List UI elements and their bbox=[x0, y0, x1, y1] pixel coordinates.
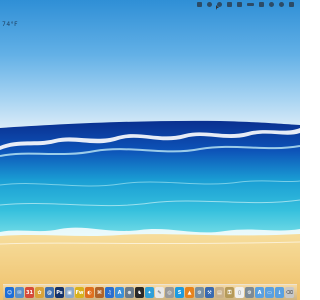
utility-glyph: ⚙ bbox=[197, 289, 202, 296]
grab-icon[interactable]: ◎ bbox=[165, 287, 174, 298]
grab-glyph: ◎ bbox=[167, 289, 172, 296]
photoshop-icon[interactable]: Ps bbox=[55, 287, 64, 298]
documents-folder-glyph: ▭ bbox=[267, 289, 272, 296]
chess-icon[interactable]: ♞ bbox=[135, 287, 144, 298]
system-prefs-glyph: ⚙ bbox=[247, 289, 252, 296]
trash-glyph: ⌫ bbox=[285, 289, 294, 296]
finder-icon[interactable]: ☺ bbox=[5, 287, 14, 298]
documents-folder-icon[interactable]: ▭ bbox=[265, 287, 274, 298]
app-store-icon[interactable]: A bbox=[115, 287, 124, 298]
wifi-icon[interactable] bbox=[227, 2, 232, 7]
beach-wallpaper bbox=[0, 120, 300, 300]
trash-icon[interactable]: ⌫ bbox=[285, 287, 294, 298]
applications-folder-glyph: A bbox=[257, 289, 262, 296]
finder-glyph: ☺ bbox=[6, 289, 13, 296]
document-glyph: ▯ bbox=[238, 289, 241, 296]
mail-app-glyph: @ bbox=[47, 289, 52, 296]
downloads-folder-glyph: ↓ bbox=[277, 289, 282, 296]
fireworks-icon[interactable]: Fw bbox=[75, 287, 84, 298]
preview-glyph: ⌘ bbox=[97, 289, 102, 296]
chess-glyph: ♞ bbox=[137, 289, 142, 296]
firefox-glyph: ◐ bbox=[87, 289, 92, 296]
mail-glyph: ✉ bbox=[17, 289, 22, 296]
xcode-glyph: ⚒ bbox=[207, 289, 212, 296]
system-prefs-icon[interactable]: ⚙ bbox=[245, 287, 254, 298]
itunes-icon[interactable]: ♫ bbox=[105, 287, 114, 298]
mail-icon[interactable]: ✉ bbox=[15, 287, 24, 298]
textedit-icon[interactable]: ✎ bbox=[155, 287, 164, 298]
desktop: 74°F ☺ ✉ 31 ✿ @ Ps ▣ Fw ◐ ⌘ ♫ A ⊕ ♞ ✦ ✎ ◎ S ▲ ⚙ ⚒ ▤ ⚿ ▯ ⚙ A ▭ ↓ ⌫ bbox=[0, 0, 300, 300]
spotlight-icon[interactable] bbox=[279, 2, 284, 7]
weather-widget: 74°F bbox=[2, 21, 19, 28]
gallery-icon[interactable]: ▤ bbox=[215, 287, 224, 298]
applications-folder-icon[interactable]: A bbox=[255, 287, 264, 298]
tweetdeck-glyph: ✦ bbox=[147, 289, 152, 296]
iphoto-icon[interactable]: ▣ bbox=[65, 287, 74, 298]
calendar-glyph: 31 bbox=[26, 289, 33, 296]
app-store-glyph: A bbox=[117, 289, 122, 296]
list-icon[interactable] bbox=[289, 2, 294, 7]
photoshop-glyph: Ps bbox=[56, 289, 63, 296]
firefox-icon[interactable]: ◐ bbox=[85, 287, 94, 298]
mail-app-icon[interactable]: @ bbox=[45, 287, 54, 298]
menu-bar bbox=[0, 0, 300, 9]
vlc-glyph: ▲ bbox=[187, 289, 192, 296]
iphoto-glyph: ▣ bbox=[67, 289, 72, 296]
itunes-glyph: ♫ bbox=[107, 289, 112, 296]
preview-icon[interactable]: ⌘ bbox=[95, 287, 104, 298]
photos-glyph: ✿ bbox=[37, 289, 42, 296]
flag-icon[interactable] bbox=[259, 2, 264, 7]
xcode-icon[interactable]: ⚒ bbox=[205, 287, 214, 298]
gallery-glyph: ▤ bbox=[217, 289, 222, 296]
utility-icon[interactable]: ⚙ bbox=[195, 287, 204, 298]
volume-icon[interactable] bbox=[237, 2, 242, 7]
skype-glyph: S bbox=[177, 289, 182, 296]
network-icon[interactable]: ⊕ bbox=[125, 287, 134, 298]
downloads-folder-icon[interactable]: ↓ bbox=[275, 287, 284, 298]
network-glyph: ⊕ bbox=[127, 289, 132, 296]
apps-icon[interactable] bbox=[197, 2, 202, 7]
textedit-glyph: ✎ bbox=[157, 289, 162, 296]
keychain-glyph: ⚿ bbox=[227, 289, 232, 296]
user-icon[interactable] bbox=[269, 2, 274, 7]
keychain-icon[interactable]: ⚿ bbox=[225, 287, 234, 298]
vlc-icon[interactable]: ▲ bbox=[185, 287, 194, 298]
calendar-icon[interactable]: 31 bbox=[25, 287, 34, 298]
skype-icon[interactable]: S bbox=[175, 287, 184, 298]
document-icon[interactable]: ▯ bbox=[235, 287, 244, 298]
dock: ☺ ✉ 31 ✿ @ Ps ▣ Fw ◐ ⌘ ♫ A ⊕ ♞ ✦ ✎ ◎ S ▲ ⚙ ⚒ ▤ ⚿ ▯ ⚙ A ▭ ↓ ⌫ bbox=[3, 284, 297, 300]
fireworks-glyph: Fw bbox=[75, 289, 84, 296]
photos-icon[interactable]: ✿ bbox=[35, 287, 44, 298]
time-machine-icon[interactable] bbox=[207, 2, 212, 7]
battery-icon[interactable] bbox=[247, 3, 254, 6]
tweetdeck-icon[interactable]: ✦ bbox=[145, 287, 154, 298]
clock-icon[interactable] bbox=[217, 2, 222, 7]
